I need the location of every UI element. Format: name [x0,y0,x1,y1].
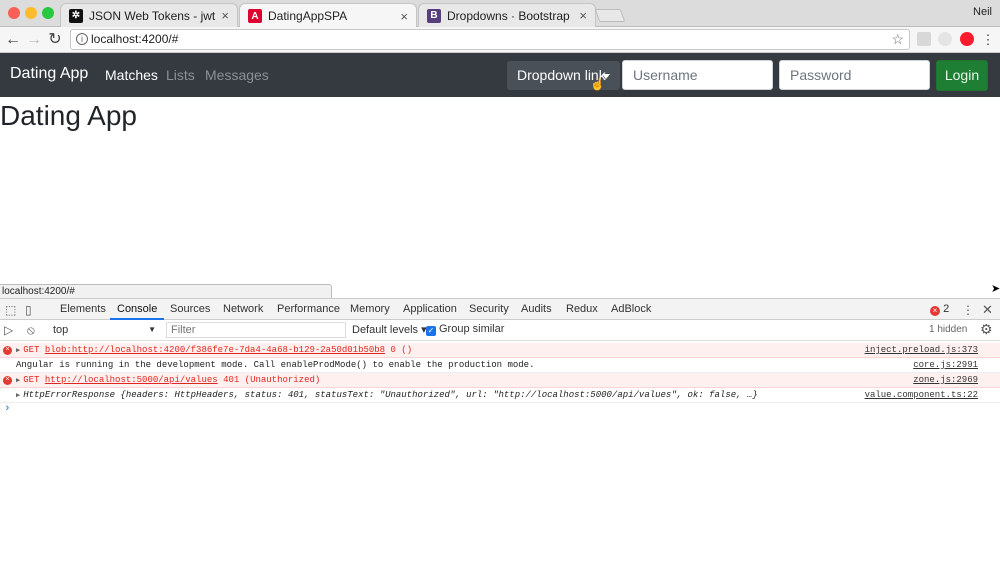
browser-tab-datingapp[interactable]: A DatingAppSPA × [239,3,417,28]
log-text: Angular is running in the development mo… [16,360,535,370]
group-similar-label: Group similar [439,323,505,335]
bookmark-star-icon[interactable]: ☆ [891,30,904,49]
browser-tab-bootstrap[interactable]: B Dropdowns · Bootstrap × [418,3,596,27]
expand-triangle-icon[interactable]: ▶ [16,347,20,355]
mouse-pointer-icon: ➤ [991,283,1000,295]
maximize-window-button[interactable] [42,7,54,19]
devtools-tab-security[interactable]: Security [469,299,509,320]
devtools-tab-bar: ⬚ ▯ Elements Console Sources Network Per… [0,298,1000,320]
close-icon[interactable]: × [221,8,229,23]
sidebar-toggle-icon[interactable]: ▷ [4,323,13,337]
back-icon[interactable]: ← [3,30,23,50]
context-selector[interactable]: top ▼ [48,322,160,338]
source-link[interactable]: value.component.ts:22 [865,388,978,403]
browser-tab-jwt[interactable]: ✲ JSON Web Tokens - jwt.io × [60,3,238,27]
log-levels-dropdown[interactable]: Default levels ▾ [352,323,427,336]
console-log-row: Angular is running in the development mo… [0,358,1000,373]
expand-triangle-icon[interactable]: ▶ [16,392,20,400]
console-prompt-icon[interactable]: › [4,403,11,415]
request-url[interactable]: http://localhost:5000/api/values [45,375,218,385]
request-status: 401 (Unauthorized) [223,375,321,385]
error-icon: × [930,306,940,316]
tab-title: DatingAppSPA [268,9,348,23]
log-levels-label: Default levels [352,324,419,336]
console-toolbar: ▷ ⦸ top ▼ Default levels ▾ ✓Group simila… [0,320,1000,341]
object-preview: HttpErrorResponse {headers: HttpHeaders,… [23,390,758,400]
group-similar-checkbox[interactable]: ✓ Group similar [426,323,504,336]
address-bar[interactable]: i localhost:4200/# ☆ [70,29,910,50]
source-link[interactable]: core.js:2991 [913,358,978,373]
console-error-row[interactable]: × ▶ GET blob:http://localhost:4200/f386fe… [0,343,1000,358]
context-value: top [53,324,69,336]
devtools-tab-network[interactable]: Network [223,299,263,320]
status-bar-url: localhost:4200/# [0,284,332,299]
login-button[interactable]: Login [936,60,988,91]
gear-icon[interactable]: ⚙ [980,321,993,338]
console-output: × ▶ GET blob:http://localhost:4200/f386fe… [0,341,1000,561]
profile-name[interactable]: Neil [973,6,992,18]
angular-icon: A [248,9,262,23]
password-input[interactable] [779,60,930,90]
error-count: 2 [943,303,950,315]
source-link[interactable]: inject.preload.js:373 [865,343,978,358]
minimize-window-button[interactable] [25,7,37,19]
forward-icon[interactable]: → [24,30,44,50]
request-url[interactable]: blob:http://localhost:4200/f386fe7e-7da4… [45,345,385,355]
username-input[interactable] [622,60,773,90]
devtools-tab-redux[interactable]: Redux [566,299,598,320]
expand-triangle-icon[interactable]: ▶ [16,377,20,385]
extension-icon[interactable] [917,32,931,46]
devtools-tab-memory[interactable]: Memory [350,299,390,320]
jwt-icon: ✲ [69,8,83,23]
brand-link[interactable]: Dating App [10,65,88,83]
nav-messages[interactable]: Messages [205,67,269,83]
console-error-row[interactable]: × ▶ GET http://localhost:5000/api/values … [0,373,1000,388]
extension-icon[interactable] [938,32,952,46]
nav-matches[interactable]: Matches [105,67,158,83]
request-status: 0 () [390,345,413,355]
console-object-row[interactable]: ▶ HttpErrorResponse {headers: HttpHeaders… [0,388,1000,403]
console-filter-input[interactable] [166,322,346,338]
request-method: GET [23,345,40,355]
address-url: localhost:4200/# [91,32,179,46]
reload-icon[interactable]: ↻ [45,30,65,50]
chevron-down-icon: ▼ [148,325,156,334]
new-tab-button[interactable] [594,9,626,22]
error-count-badge[interactable]: × 2 [930,303,949,316]
error-icon: × [3,376,12,385]
devtools-tab-audits[interactable]: Audits [521,299,552,320]
devtools-tab-adblock[interactable]: AdBlock [611,299,651,320]
tab-title: JSON Web Tokens - jwt.io [89,8,216,23]
opera-icon[interactable] [960,32,974,46]
page-title: Dating App [0,100,137,131]
tab-title: Dropdowns · Bootstrap [447,8,570,23]
checkbox-checked-icon: ✓ [426,326,436,336]
menu-kebab-icon[interactable]: ⋮ [978,30,998,50]
browser-tab-strip: ✲ JSON Web Tokens - jwt.io × A DatingApp… [0,0,1000,28]
device-toolbar-icon[interactable]: ▯ [25,303,32,317]
clear-console-icon[interactable]: ⦸ [27,323,35,338]
hand-cursor-icon: ☝ [590,77,605,91]
error-icon: × [3,346,12,355]
close-icon[interactable]: × [579,8,587,23]
devtools-tab-elements[interactable]: Elements [60,299,106,320]
nav-lists[interactable]: Lists [166,67,195,83]
hidden-count: 1 hidden [929,324,968,335]
devtools-tab-sources[interactable]: Sources [170,299,210,320]
close-icon[interactable]: × [400,9,408,24]
browser-toolbar: ← → ↻ i localhost:4200/# ☆ ⋮ [0,27,1000,53]
inspect-element-icon[interactable]: ⬚ [5,303,16,317]
info-icon[interactable]: i [76,33,88,45]
request-method: GET [23,375,40,385]
devtools-tab-application[interactable]: Application [403,299,457,320]
bootstrap-icon: B [427,8,441,23]
devtools-tab-console[interactable]: Console [110,299,165,320]
app-navbar: Dating App Matches Lists Messages Dropdo… [0,53,1000,97]
devtools-menu-icon[interactable]: ⋮ [962,303,974,317]
close-devtools-icon[interactable]: ✕ [982,302,993,318]
devtools-tab-performance[interactable]: Performance [277,299,340,320]
close-window-button[interactable] [8,7,20,19]
source-link[interactable]: zone.js:2969 [913,373,978,388]
